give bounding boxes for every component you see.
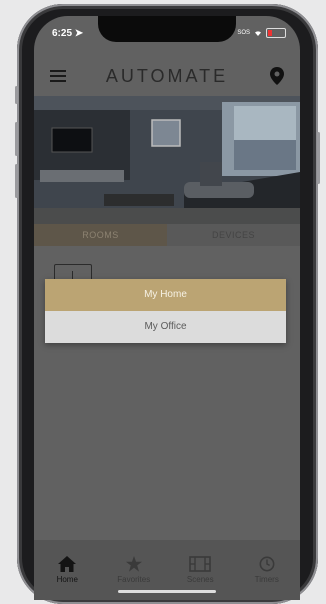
star-icon [125,556,142,572]
nav-favorites-label: Favorites [117,575,151,584]
living-room-photo [34,96,300,224]
nav-scenes-label: Scenes [186,575,214,584]
mute-switch [15,86,18,104]
app-header: AUTOMATE [34,56,300,96]
option-my-home[interactable]: My Home [45,279,286,311]
nav-home[interactable]: Home [34,540,101,600]
status-time: 6:25 ➤ [52,28,83,39]
wifi-icon [255,31,261,36]
home-icon [58,556,77,572]
volume-up-button [15,122,18,156]
location-pin-icon[interactable] [270,67,284,85]
nav-timers-label: Timers [254,575,279,584]
nav-home-label: Home [56,575,78,584]
view-tabs: ROOMS DEVICES [34,224,300,246]
location-dropdown: My Home My Office [45,279,286,343]
battery-icon [266,28,286,38]
option-my-office[interactable]: My Office [45,311,286,343]
tab-rooms[interactable]: ROOMS [34,224,167,246]
power-button [317,132,320,184]
app-logo: AUTOMATE [105,66,229,86]
volume-down-button [15,164,18,198]
notch [98,16,236,42]
nav-timers[interactable]: Timers [234,540,301,600]
time-label: 6:25 [52,28,73,39]
home-indicator [118,590,216,593]
status-right: SOS [237,28,286,38]
location-arrow-icon: ➤ [74,28,84,39]
tab-devices[interactable]: DEVICES [167,224,300,246]
carrier-label: SOS [237,30,250,36]
film-icon [189,556,212,572]
clock-icon [259,556,275,572]
